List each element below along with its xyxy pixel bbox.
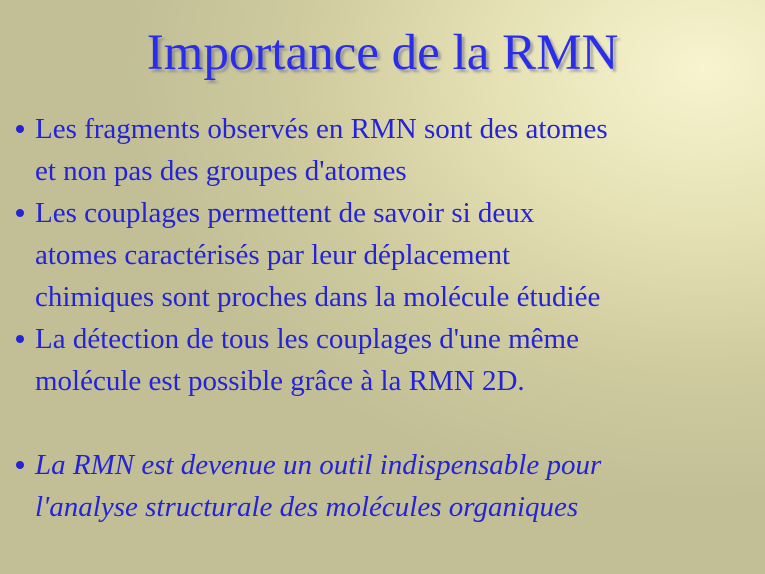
bullet-line: Les fragments observés en RMN sont des a… [35,113,608,145]
bullet-line: Les couplages permettent de savoir si de… [35,197,535,229]
bullet-line: et non pas des groupes d'atomes [35,155,407,187]
slide: Importance de la RMN Les fragments obser… [0,0,765,574]
bullet-text: Les couplages permettent de savoir si de… [35,192,753,318]
bullet-line: atomes caractérisés par leur déplacement [35,239,511,271]
bullet-item: Les fragments observés en RMN sont des a… [0,108,765,192]
bullet-line: l'analyse structurale des molécules orga… [35,491,579,523]
bullet-item-conclusion: La RMN est devenue un outil indispensabl… [0,444,765,528]
bullet-dot-icon [16,461,24,469]
bullet-line: molécule est possible grâce à la RMN 2D. [35,365,525,397]
bullet-dot-icon [16,335,24,343]
bullet-line: La détection de tous les couplages d'une… [35,323,579,355]
bullet-line: chimiques sont proches dans la molécule … [35,281,601,313]
bullet-list: Les fragments observés en RMN sont des a… [0,108,765,528]
bullet-item: Les couplages permettent de savoir si de… [0,192,765,318]
slide-title: Importance de la RMN [146,25,619,81]
bullet-line: La RMN est devenue un outil indispensabl… [35,449,602,481]
bullet-text: Les fragments observés en RMN sont des a… [35,108,753,192]
bullet-text: La détection de tous les couplages d'une… [35,318,753,402]
bullet-text: La RMN est devenue un outil indispensabl… [35,444,753,528]
bullet-dot-icon [16,125,24,133]
bullet-dot-icon [16,209,24,217]
bullet-item: La détection de tous les couplages d'une… [0,318,765,402]
